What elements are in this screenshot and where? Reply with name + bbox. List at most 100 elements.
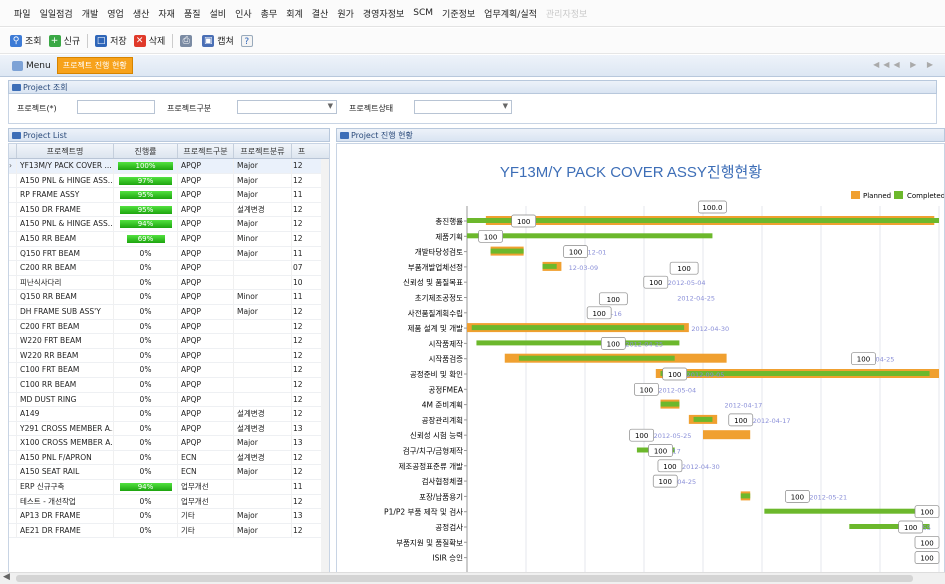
table-row[interactable]: 테스트 - 개선작업 0% 업무개선 12 (9, 494, 329, 510)
legend-planned-label: Planned (863, 192, 891, 200)
column-header[interactable]: 프로젝트분류 (234, 144, 292, 158)
capture-button[interactable]: ▣ 캡쳐 (202, 34, 234, 47)
toolbar-divider (172, 33, 174, 48)
column-header[interactable]: 프로젝트명 (17, 144, 114, 158)
menu-item[interactable]: 원가 (337, 7, 354, 20)
menu-item[interactable]: 개발 (82, 7, 99, 20)
menu-item-admin[interactable]: 관리자정보 (546, 7, 587, 20)
panel-icon (12, 132, 21, 139)
table-row[interactable]: AE21 DR FRAME 0% 기타 Major 12 (9, 523, 329, 539)
menu-toggle[interactable]: Menu (12, 60, 51, 71)
column-header[interactable]: 프로젝트구분 (178, 144, 234, 158)
table-row[interactable]: A150 DR FRAME 95% APQP 설계변경 12 (9, 202, 329, 218)
table-row[interactable]: A150 SEAT RAIL 0% ECN Major 12 (9, 465, 329, 481)
column-header[interactable] (9, 144, 17, 158)
list-section-header: Project List (8, 128, 330, 142)
menu-item[interactable]: 품질 (184, 7, 201, 20)
project-type-select[interactable]: ▼ (237, 100, 337, 114)
menu-item[interactable]: 총무 (261, 7, 278, 20)
help-button[interactable]: ? (240, 34, 256, 47)
task-label: 검구/치구/금형제작 (403, 446, 463, 456)
table-row[interactable]: Q150 RR BEAM 0% APQP Minor 11 (9, 290, 329, 305)
planned-bar (703, 430, 751, 440)
task-label: 부품개발업체선정 (408, 262, 463, 272)
table-row[interactable]: MD DUST RING 0% APQP 12 (9, 392, 329, 408)
table-row[interactable]: Y291 CROSS MEMBER A... 0% APQP 설계변경 13 (9, 421, 329, 437)
table-row[interactable]: DH FRAME SUB ASS'Y 0% APQP Major 12 (9, 304, 329, 320)
search-button[interactable]: ⚲ 조회 (10, 34, 42, 47)
project-extra-cell: 12 (293, 467, 303, 477)
progress-cell: 0% (114, 450, 178, 465)
menu-item[interactable]: 업무계획/실적 (484, 7, 537, 20)
value-callout: 100 (920, 509, 933, 517)
delete-button[interactable]: ✕ 삭제 (133, 34, 165, 47)
table-row[interactable]: A150 RR BEAM 69% APQP Minor 12 (9, 231, 329, 247)
task-label: 신뢰성 및 품질목표 (403, 277, 463, 287)
menu-item[interactable]: 기준정보 (442, 7, 475, 20)
table-row[interactable]: 피난식사다리 0% APQP 10 (9, 275, 329, 291)
save-button[interactable]: □ 저장 (95, 34, 127, 47)
column-header[interactable]: 진행률 (114, 144, 178, 158)
value-callout: 100 (635, 432, 648, 440)
menu-item[interactable]: SCM (413, 8, 433, 18)
date-label: 2012-05-04 (668, 279, 706, 287)
legend-planned-swatch (851, 191, 860, 199)
table-row[interactable]: ERP 신규구축 94% 업무개선 11 (9, 480, 329, 495)
progress-text: 0% (139, 525, 152, 535)
menu-item[interactable]: 파일 (14, 7, 31, 20)
table-row[interactable]: A149 0% APQP 설계변경 12 (9, 407, 329, 422)
table-row[interactable]: A150 PNL & HINGE ASS... 97% APQP Major 12 (9, 173, 329, 189)
menu-item[interactable]: 회계 (286, 7, 303, 20)
table-row[interactable]: A150 PNL F/APRON 0% ECN 설계변경 12 (9, 450, 329, 466)
table-row[interactable]: W220 RR BEAM 0% APQP 12 (9, 348, 329, 364)
menu-item[interactable]: 경영자정보 (363, 7, 404, 20)
print-button[interactable]: ⎙ (180, 34, 195, 47)
table-row[interactable]: W220 FRT BEAM 0% APQP 12 (9, 334, 329, 349)
row-indicator (9, 188, 17, 202)
table-row[interactable]: RP FRAME ASSY 95% APQP Major 11 (9, 188, 329, 203)
project-list-grid: 프로젝트명 진행률 프로젝트구분 프로젝트분류 프 › YF13M/Y PACK COVE… (8, 143, 330, 581)
project-input[interactable] (77, 100, 155, 114)
project-name-cell: A150 RR BEAM (17, 231, 114, 246)
menu-item[interactable]: 영업 (107, 7, 124, 20)
date-label: 2012-04-30 (691, 325, 729, 333)
column-header[interactable]: 프 (292, 144, 310, 158)
vertical-scrollbar[interactable] (321, 159, 329, 579)
progress-cell: 0% (114, 319, 178, 334)
table-row[interactable]: AP13 DR FRAME 0% 기타 Major 13 (9, 509, 329, 524)
menu-item[interactable]: 결산 (312, 7, 329, 20)
table-row[interactable]: Q150 FRT BEAM 0% APQP Major 11 (9, 246, 329, 262)
project-name-cell: AP13 DR FRAME (17, 509, 114, 523)
project-class-cell: Major (234, 523, 292, 538)
progress-text: 0% (139, 263, 152, 273)
date-label: 2012-05-04 (658, 386, 696, 394)
chevron-down-icon: ▼ (502, 102, 508, 110)
new-button[interactable]: + 신규 (48, 34, 80, 47)
table-row[interactable]: X100 CROSS MEMBER A... 0% APQP Major 13 (9, 436, 329, 451)
table-row[interactable]: A150 PNL & HINGE ASS... 94% APQP Major 12 (9, 217, 329, 232)
horizontal-scrollbar[interactable]: ◀ (0, 572, 945, 584)
project-extra-cell: 12 (293, 306, 303, 316)
project-type-cell: APQP (178, 334, 234, 348)
project-type-cell: 기타 (178, 523, 234, 538)
table-row[interactable]: C100 FRT BEAM 0% APQP 12 (9, 363, 329, 378)
task-label: 공정준비 및 확인 (410, 369, 463, 379)
tab-navigation-icon[interactable]: ◀◀◀ ▶ ▶ (873, 60, 937, 69)
project-status-select[interactable]: ▼ (414, 100, 512, 114)
project-extra-cell: 12 (293, 175, 303, 185)
menu-item[interactable]: 자재 (158, 7, 175, 20)
scroll-left-icon[interactable]: ◀ (3, 572, 10, 582)
row-indicator (9, 465, 17, 480)
table-row[interactable]: C200 FRT BEAM 0% APQP 12 (9, 319, 329, 335)
menu-item[interactable]: 일일점검 (40, 7, 73, 20)
menu-item[interactable]: 인사 (235, 7, 252, 20)
scroll-thumb[interactable] (16, 575, 913, 582)
menu-item[interactable]: 생산 (133, 7, 150, 20)
tab-project-progress[interactable]: 프로젝트 진행 현황 (56, 57, 133, 74)
table-row[interactable]: C100 RR BEAM 0% APQP 12 (9, 377, 329, 393)
table-row[interactable]: C200 RR BEAM 0% APQP 07 (9, 261, 329, 276)
menu-item[interactable]: 설비 (210, 7, 227, 20)
table-row[interactable]: › YF13M/Y PACK COVER ... 100% APQP Major 12 (9, 159, 329, 174)
project-extra-cell: 12 (293, 452, 303, 462)
task-label: 제품기획 (435, 231, 463, 241)
